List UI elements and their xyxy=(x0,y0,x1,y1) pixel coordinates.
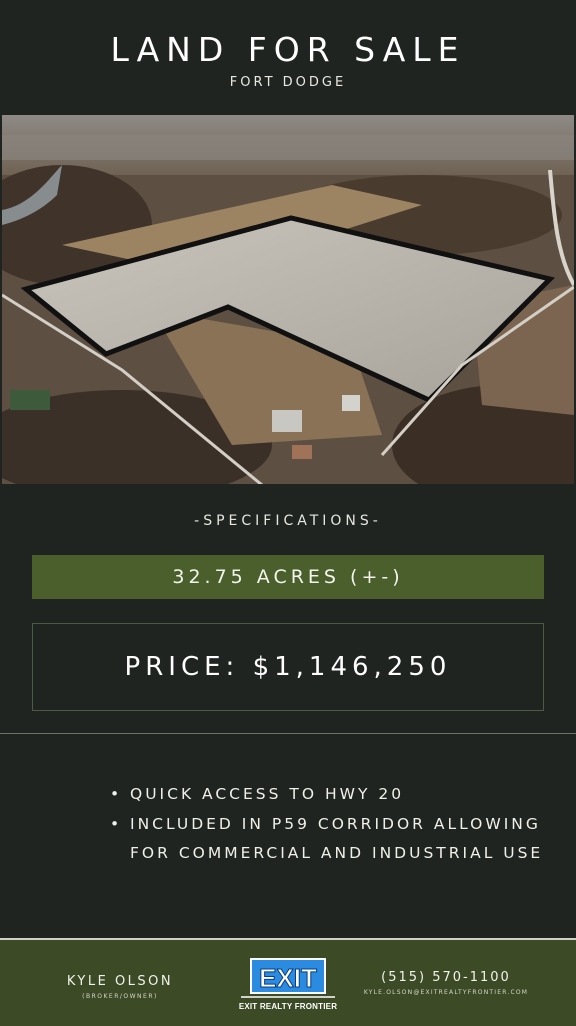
acres-value: 32.75 ACRES (+-) xyxy=(172,566,404,588)
feature-text: INCLUDED IN P59 CORRIDOR ALLOWING FOR CO… xyxy=(130,814,544,863)
bullet-icon: • xyxy=(110,785,123,803)
exit-logo-icon: EXIT xyxy=(241,958,335,998)
specifications-heading: -SPECIFICATIONS- xyxy=(194,513,382,529)
location-subtitle: FORT DODGE xyxy=(229,75,347,90)
bullet-icon: • xyxy=(110,814,123,833)
agent-name: KYLE OLSON xyxy=(66,974,174,989)
feature-item: • INCLUDED IN P59 CORRIDOR ALLOWING FOR … xyxy=(110,810,550,869)
brokerage-logo: EXIT EXIT REALTY FRONTIER xyxy=(233,957,343,1019)
header: LAND FOR SALE FORT DODGE xyxy=(0,0,576,115)
acres-banner: 32.75 ACRES (+-) xyxy=(32,555,544,599)
feature-item: • QUICK ACCESS TO HWY 20 xyxy=(110,780,550,810)
agent-phone[interactable]: (515) 570-1100 xyxy=(356,970,536,985)
price-box: PRICE: $1,146,250 xyxy=(32,623,544,711)
price-value: PRICE: $1,146,250 xyxy=(124,652,452,682)
agent-footer: KYLE OLSON (BROKER/OWNER) EXIT EXIT REAL… xyxy=(0,938,576,1026)
logo-wordmark: EXIT xyxy=(259,963,317,993)
brand-name: EXIT REALTY FRONTIER xyxy=(238,1002,338,1011)
aerial-property-photo xyxy=(2,115,574,484)
feature-list: • QUICK ACCESS TO HWY 20 • INCLUDED IN P… xyxy=(110,780,550,869)
page-title: LAND FOR SALE xyxy=(110,30,466,69)
feature-text: QUICK ACCESS TO HWY 20 xyxy=(130,785,405,803)
agent-email[interactable]: KYLE.OLSON@EXITREALTYFRONTIER.COM xyxy=(350,989,542,996)
section-divider xyxy=(0,733,576,734)
agent-role: (BROKER/OWNER) xyxy=(82,993,158,1000)
